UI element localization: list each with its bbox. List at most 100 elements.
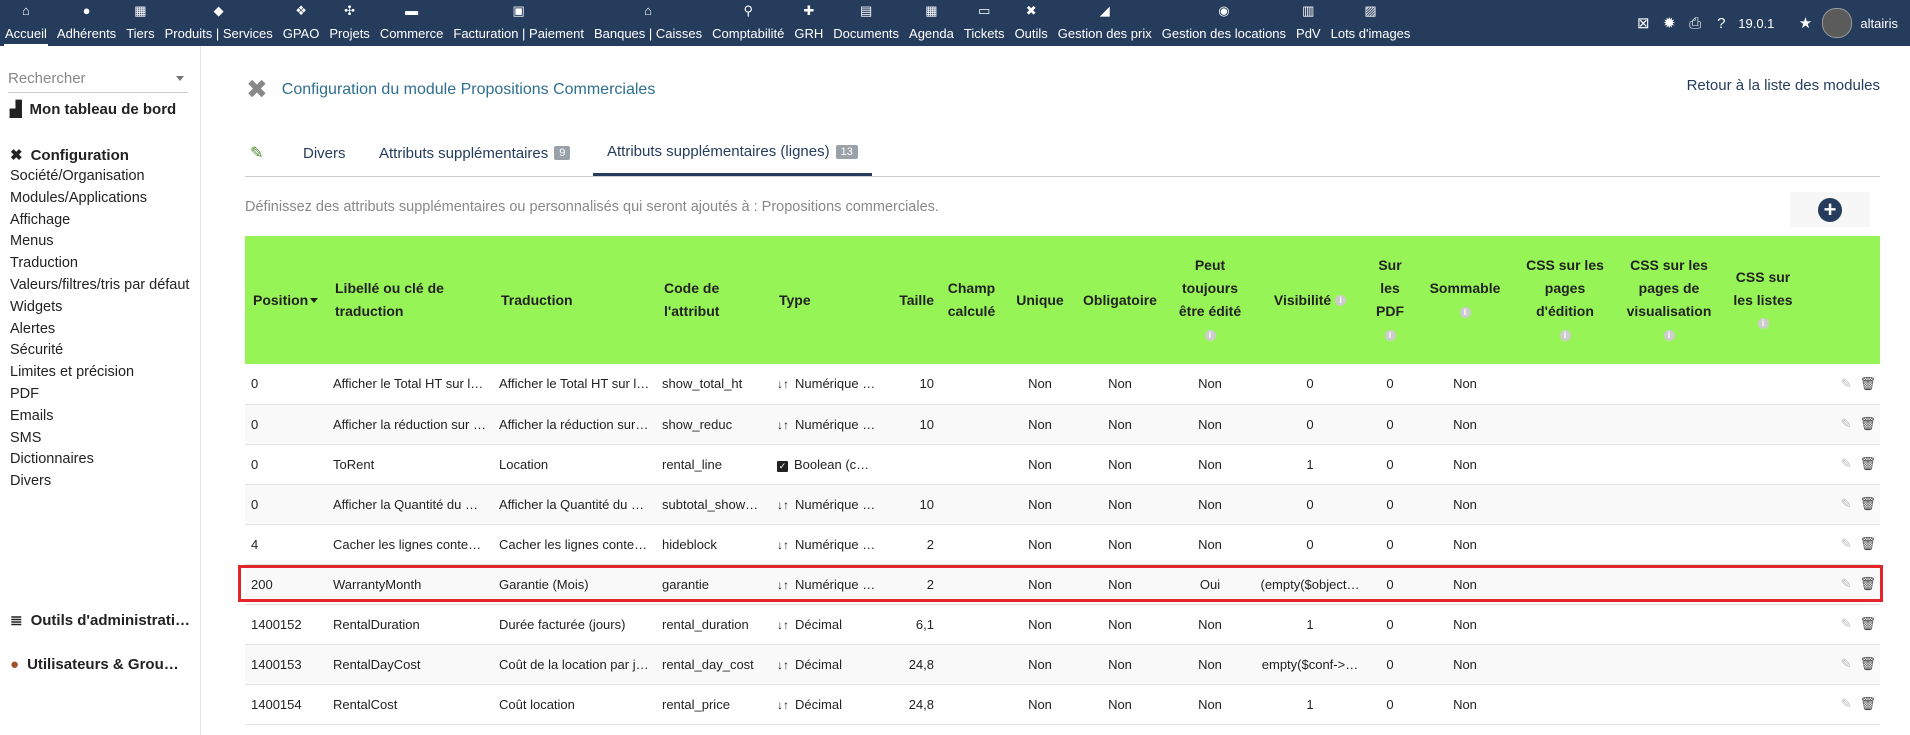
- cell-visibility: empty($conf->…: [1261, 656, 1359, 672]
- sidebar-item-affichage[interactable]: Affichage: [10, 212, 70, 228]
- trash-icon[interactable]: 🗑: [1859, 696, 1876, 711]
- info-icon[interactable]: i: [1335, 295, 1347, 307]
- sidebar-item-dictionnaires[interactable]: Dictionnaires: [10, 451, 94, 467]
- sidebar-item-widgets[interactable]: Widgets: [10, 299, 62, 315]
- edit-pencil-icon[interactable]: ✎: [1841, 656, 1852, 671]
- cell-css-edit: [1515, 484, 1615, 524]
- edit-pencil-icon[interactable]: ✎: [1841, 696, 1852, 711]
- sidebar-item-sms[interactable]: SMS: [10, 430, 41, 446]
- help-icon[interactable]: ?: [1712, 15, 1730, 32]
- trash-icon[interactable]: 🗑: [1859, 376, 1876, 391]
- info-icon[interactable]: i: [1663, 329, 1675, 341]
- edit-pencil-icon[interactable]: ✎: [1841, 496, 1852, 511]
- topmenu-item-tiers[interactable]: ▦ Tiers: [121, 0, 159, 46]
- version-label: 19.0.1: [1738, 15, 1775, 31]
- topmenu-item-gpao[interactable]: ❖ GPAO: [278, 0, 325, 46]
- topmenu-item-grh[interactable]: ✚ GRH: [789, 0, 828, 46]
- cell-css-edit: [1515, 604, 1615, 644]
- topmenu-item-documents[interactable]: ▤ Documents: [828, 0, 904, 46]
- topmenu-item-agenda[interactable]: ▦ Agenda: [904, 0, 959, 46]
- sidebar-item-admin-tools[interactable]: ≣ Outils d'administrati…: [10, 611, 190, 630]
- trash-icon[interactable]: 🗑: [1859, 496, 1876, 511]
- topmenu-item-banques-caisses[interactable]: ⌂ Banques | Caisses: [589, 0, 707, 46]
- info-icon[interactable]: i: [1757, 318, 1769, 330]
- avatar[interactable]: [1822, 8, 1853, 38]
- cell-visibility: 0: [1306, 496, 1314, 512]
- print-icon[interactable]: ⎙: [1686, 15, 1704, 32]
- sidebar-item-emails[interactable]: Emails: [10, 408, 54, 424]
- topmenu-item-projets[interactable]: ✣ Projets: [324, 0, 374, 46]
- tab-extrafields-lines[interactable]: Attributs supplémentaires (lignes) 13: [593, 130, 872, 176]
- trash-icon[interactable]: 🗑: [1859, 536, 1876, 551]
- edit-pencil-icon[interactable]: ✎: [1841, 536, 1852, 551]
- edit-pencil-icon[interactable]: ✎: [1841, 576, 1852, 591]
- back-to-modules-link[interactable]: Retour à la liste des modules: [1687, 77, 1880, 94]
- topmenu-item-lots-d-images[interactable]: ▨ Lots d'images: [1326, 0, 1416, 46]
- topmenu-item-accueil[interactable]: ⌂ Accueil: [0, 0, 52, 46]
- sidebar-item-valeurs-filtres-tris-par-d-faut[interactable]: Valeurs/filtres/tris par défaut: [10, 277, 189, 293]
- edit-pencil-icon[interactable]: ✎: [1841, 616, 1852, 631]
- add-attribute-button[interactable]: +: [1790, 192, 1870, 227]
- cell-position: 0: [251, 416, 259, 432]
- cell-position: 1400152: [251, 616, 302, 632]
- cell-actions: ✎ 🗑: [1803, 364, 1880, 404]
- cell-required: Non: [1108, 616, 1132, 632]
- sidebar-item-users-groups[interactable]: ● Utilisateurs & Grou…: [10, 656, 179, 673]
- sidebar-item-dashboard[interactable]: ▟ Mon tableau de bord: [10, 100, 176, 119]
- export-excel-icon[interactable]: ⊠: [1634, 14, 1652, 32]
- col-header-position[interactable]: Position: [245, 236, 327, 364]
- topmenu-item-outils[interactable]: ✖ Outils: [1010, 0, 1053, 46]
- tab-setup-icon[interactable]: ✎: [250, 130, 263, 176]
- sidebar-item-label: Outils d'administrati…: [30, 611, 190, 629]
- cube-icon: ◆: [213, 3, 224, 18]
- edit-pencil-icon[interactable]: ✎: [1841, 456, 1852, 471]
- tab-divers[interactable]: Divers: [303, 130, 346, 176]
- search-input[interactable]: Rechercher: [8, 70, 188, 93]
- info-icon[interactable]: i: [1204, 329, 1216, 341]
- cell-css-edit: [1515, 564, 1615, 604]
- sidebar-item-alertes[interactable]: Alertes: [10, 321, 55, 337]
- cell-css-list: [1723, 404, 1803, 444]
- topmenu-item-facturation-paiement[interactable]: ▣ Facturation | Paiement: [448, 0, 589, 46]
- topmenu-item-gestion-des-prix[interactable]: ◢ Gestion des prix: [1053, 0, 1157, 46]
- tab-extrafields[interactable]: Attributs supplémentaires 9: [379, 130, 571, 176]
- sidebar-item-pdf[interactable]: PDF: [10, 386, 39, 402]
- cell-always-editable: Non: [1198, 416, 1222, 432]
- trash-icon[interactable]: 🗑: [1859, 576, 1876, 591]
- sidebar-item-s-curit[interactable]: Sécurité: [10, 342, 63, 358]
- bookmark-star-icon[interactable]: ★: [1796, 14, 1814, 32]
- edit-pencil-icon[interactable]: ✎: [1841, 416, 1852, 431]
- info-icon[interactable]: i: [1384, 329, 1396, 341]
- topmenu-item-commerce[interactable]: ▬ Commerce: [375, 0, 449, 46]
- username[interactable]: altairis: [1860, 16, 1898, 31]
- images-icon: ▨: [1364, 3, 1377, 18]
- cell-css-view: [1615, 564, 1723, 604]
- trash-icon[interactable]: 🗑: [1859, 456, 1876, 471]
- sidebar-item-limites-et-pr-cision[interactable]: Limites et précision: [10, 364, 134, 380]
- topmenu-label: Agenda: [909, 26, 954, 41]
- sidebar-item-divers[interactable]: Divers: [10, 473, 51, 489]
- trash-icon[interactable]: 🗑: [1859, 416, 1876, 431]
- sidebar-item-configuration[interactable]: ✖ Configuration: [10, 146, 129, 165]
- info-icon[interactable]: i: [1559, 329, 1571, 341]
- topmenu-item-adh-rents[interactable]: ● Adhérents: [52, 0, 121, 46]
- sidebar-item-soci-t-organisation[interactable]: Société/Organisation: [10, 168, 145, 184]
- cell-actions: ✎ 🗑: [1803, 524, 1880, 564]
- topmenu-item-produits-services[interactable]: ◆ Produits | Services: [160, 0, 278, 46]
- info-icon[interactable]: i: [1459, 306, 1471, 318]
- topmenu-item-tickets[interactable]: ▭ Tickets: [959, 0, 1010, 46]
- cell-label: Afficher le Total HT sur l…: [333, 376, 484, 392]
- cell-computed: [938, 604, 1005, 644]
- sidebar-item-modules-applications[interactable]: Modules/Applications: [10, 190, 147, 206]
- sidebar-item-traduction[interactable]: Traduction: [10, 255, 78, 271]
- topmenu-item-gestion-des-locations[interactable]: ◉ Gestion des locations: [1157, 0, 1291, 46]
- trash-icon[interactable]: 🗑: [1859, 656, 1876, 671]
- sidebar-item-menus[interactable]: Menus: [10, 233, 54, 249]
- topmenu-item-pdv[interactable]: ▥ PdV: [1291, 0, 1326, 46]
- cell-css-list: [1723, 524, 1803, 564]
- edit-pencil-icon[interactable]: ✎: [1841, 376, 1852, 391]
- bug-icon[interactable]: ✹: [1660, 14, 1678, 32]
- trash-icon[interactable]: 🗑: [1859, 616, 1876, 631]
- topmenu-item-comptabilit[interactable]: ⚲ Comptabilité: [707, 0, 789, 46]
- cell-computed: [938, 564, 1005, 604]
